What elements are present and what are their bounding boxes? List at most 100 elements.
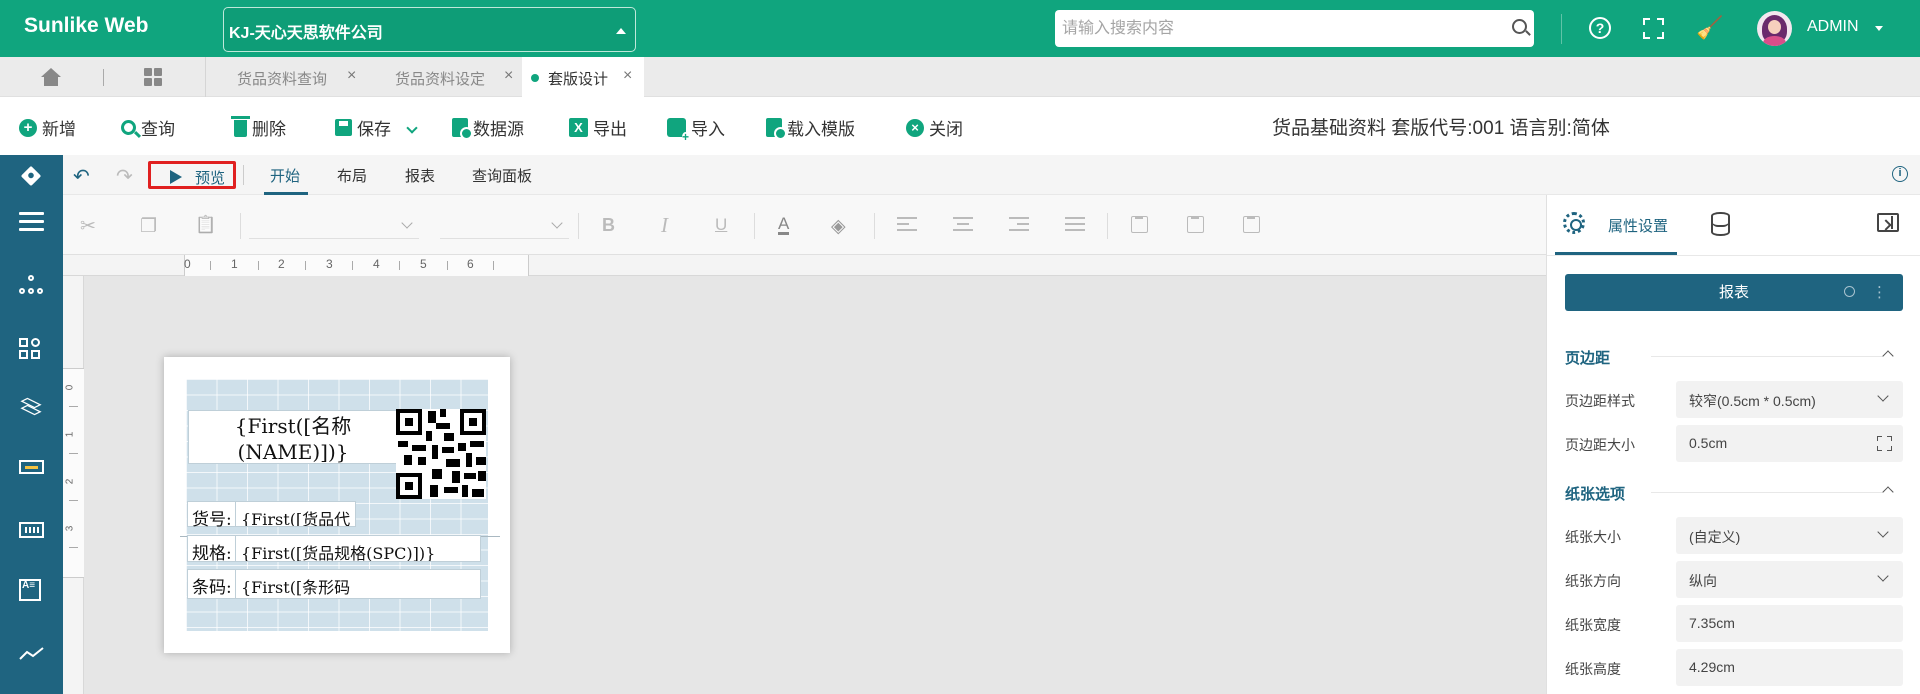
search-input[interactable] <box>1055 10 1534 47</box>
home-icon[interactable] <box>41 68 61 86</box>
barcode-icon[interactable] <box>19 522 44 538</box>
tree-structure-icon[interactable] <box>19 275 44 297</box>
report-selector-label: 报表 <box>1718 284 1749 301</box>
more-options-icon[interactable]: ⋮ <box>1872 274 1887 311</box>
label-page[interactable]: {First([名称(NAME)])} 货号: {First([货品代 规格: … <box>164 357 510 653</box>
database-icon[interactable] <box>1711 212 1730 236</box>
align-center-icon[interactable] <box>953 217 973 231</box>
gear-icon[interactable] <box>1563 212 1585 234</box>
tab-query-panel[interactable]: 查询面板 <box>472 165 532 186</box>
italic-icon[interactable]: I <box>661 213 668 238</box>
prop-label: 页边距样式 <box>1565 393 1635 409</box>
item-no-label[interactable]: 货号: <box>187 501 236 530</box>
chevron-up-icon[interactable] <box>1882 486 1894 498</box>
company-selector[interactable]: KJ-天心天思软件公司 <box>223 7 636 52</box>
designer-ribbon: ↶ ↷ 预览 开始 布局 报表 查询面板 i <box>63 155 1920 195</box>
help-icon[interactable]: ? <box>1589 17 1611 39</box>
search-icon[interactable] <box>1512 19 1527 34</box>
section-margins[interactable]: 页边距 <box>1565 347 1610 368</box>
fill-color-icon[interactable]: ◈ <box>831 215 846 238</box>
valign-top-icon[interactable] <box>1131 216 1148 233</box>
qr-code[interactable] <box>396 409 486 499</box>
spec-field[interactable]: {First([货品规格(SPC)])} <box>235 535 481 562</box>
load-template-button[interactable]: 载入模版 <box>766 115 855 140</box>
ruler-label: 1 <box>231 257 238 271</box>
clear-cache-icon[interactable]: 🧹 <box>1696 15 1723 41</box>
datasource-button[interactable]: 数据源 <box>452 115 524 140</box>
tab-item-query[interactable]: 货品资料查询 × <box>206 57 363 97</box>
tab-start[interactable]: 开始 <box>263 165 309 195</box>
font-family-select[interactable] <box>249 211 419 239</box>
margin-style-select[interactable]: 较窄(0.5cm * 0.5cm) <box>1676 381 1903 418</box>
components-icon[interactable] <box>19 338 44 360</box>
align-justify-icon[interactable] <box>1065 217 1085 231</box>
paper-orientation-select[interactable]: 纵向 <box>1676 561 1903 598</box>
paper-size-select[interactable]: (自定义) <box>1676 517 1903 554</box>
header-divider <box>1561 14 1562 44</box>
preview-button[interactable]: 预览 <box>148 161 236 189</box>
menu-icon[interactable] <box>19 212 44 232</box>
spec-label[interactable]: 规格: <box>187 535 236 564</box>
chevron-down-icon <box>1877 570 1889 582</box>
chevron-down-icon <box>1877 390 1889 402</box>
section-paper[interactable]: 纸张选项 <box>1565 483 1625 504</box>
paper-width-field[interactable]: 7.35cm <box>1676 605 1903 642</box>
search-icon[interactable] <box>1844 286 1855 297</box>
export-button[interactable]: X 导出 <box>569 115 627 140</box>
avatar[interactable] <box>1757 11 1792 46</box>
label-design-area[interactable]: {First([名称(NAME)])} 货号: {First([货品代 规格: … <box>180 379 500 631</box>
underline-icon[interactable]: U <box>715 215 727 235</box>
cut-icon[interactable]: ✂ <box>80 215 96 238</box>
user-name[interactable]: ADMIN <box>1807 18 1859 36</box>
apps-grid-icon[interactable] <box>144 68 162 86</box>
barcode-label[interactable]: 条码: <box>187 569 236 599</box>
import-button[interactable]: 导入 <box>667 115 725 142</box>
barcode-field[interactable]: {First([条形码 <box>235 569 481 599</box>
item-no-field[interactable]: {First([货品代 <box>235 501 356 527</box>
font-size-select[interactable] <box>440 211 569 239</box>
close-button[interactable]: × 关闭 <box>906 115 963 140</box>
paper-height-field[interactable]: 4.29cm <box>1676 649 1903 686</box>
paste-icon[interactable]: 📋 <box>195 215 216 235</box>
undo-icon[interactable]: ↶ <box>73 164 90 189</box>
save-button[interactable]: 保存 <box>335 115 391 140</box>
close-icon[interactable]: × <box>504 67 513 85</box>
new-label: 新增 <box>42 120 76 139</box>
design-canvas[interactable]: 0 1 2 3 4 5 6 0 1 2 3 {First([名称(NAME)])… <box>63 255 1546 694</box>
redo-icon[interactable]: ↷ <box>116 164 133 189</box>
chevron-up-icon[interactable] <box>1882 350 1894 362</box>
collapse-panel-icon[interactable] <box>1877 213 1899 232</box>
valign-bottom-icon[interactable] <box>1243 216 1260 233</box>
expand-icon[interactable] <box>1877 436 1892 451</box>
tab-layout[interactable]: 布局 <box>337 165 367 186</box>
tab-properties[interactable]: 属性设置 <box>1608 215 1668 236</box>
bold-icon[interactable]: B <box>602 215 615 236</box>
close-icon[interactable]: × <box>623 67 632 85</box>
text-box-icon[interactable]: A≡ <box>19 579 41 601</box>
prop-label: 纸张高度 <box>1565 661 1621 677</box>
label-field-icon[interactable] <box>19 460 44 474</box>
tab-report[interactable]: 报表 <box>405 165 435 186</box>
report-selector[interactable]: 报表 ⋮ <box>1565 274 1903 311</box>
close-icon[interactable]: × <box>347 67 356 85</box>
copy-icon[interactable]: ❐ <box>140 215 157 238</box>
align-right-icon[interactable] <box>1009 217 1029 231</box>
main-toolbar: + 新增 查询 删除 保存 数据源 X 导出 导入 载入模版 × 关闭 货品基础… <box>0 97 1920 155</box>
layers-icon[interactable] <box>19 397 44 420</box>
delete-button[interactable]: 删除 <box>231 115 286 140</box>
margin-size-field[interactable]: 0.5cm <box>1676 425 1903 462</box>
new-button[interactable]: + 新增 <box>19 115 76 140</box>
query-button[interactable]: 查询 <box>121 115 175 140</box>
trend-chart-icon[interactable] <box>19 647 44 661</box>
product-name-field[interactable]: {First([名称(NAME)])} <box>188 410 398 464</box>
caret-down-icon[interactable] <box>1875 26 1883 31</box>
info-icon[interactable]: i <box>1892 166 1908 182</box>
font-color-icon[interactable]: A <box>778 215 790 235</box>
divider <box>240 213 241 239</box>
tab-item-settings[interactable]: 货品资料设定 × <box>363 57 521 97</box>
align-left-icon[interactable] <box>897 217 917 231</box>
save-dropdown-chevron-icon[interactable] <box>406 122 418 134</box>
valign-middle-icon[interactable] <box>1187 216 1204 233</box>
tab-item-template-design[interactable]: 套版设计 × <box>522 57 644 97</box>
fullscreen-icon[interactable] <box>1643 18 1664 39</box>
